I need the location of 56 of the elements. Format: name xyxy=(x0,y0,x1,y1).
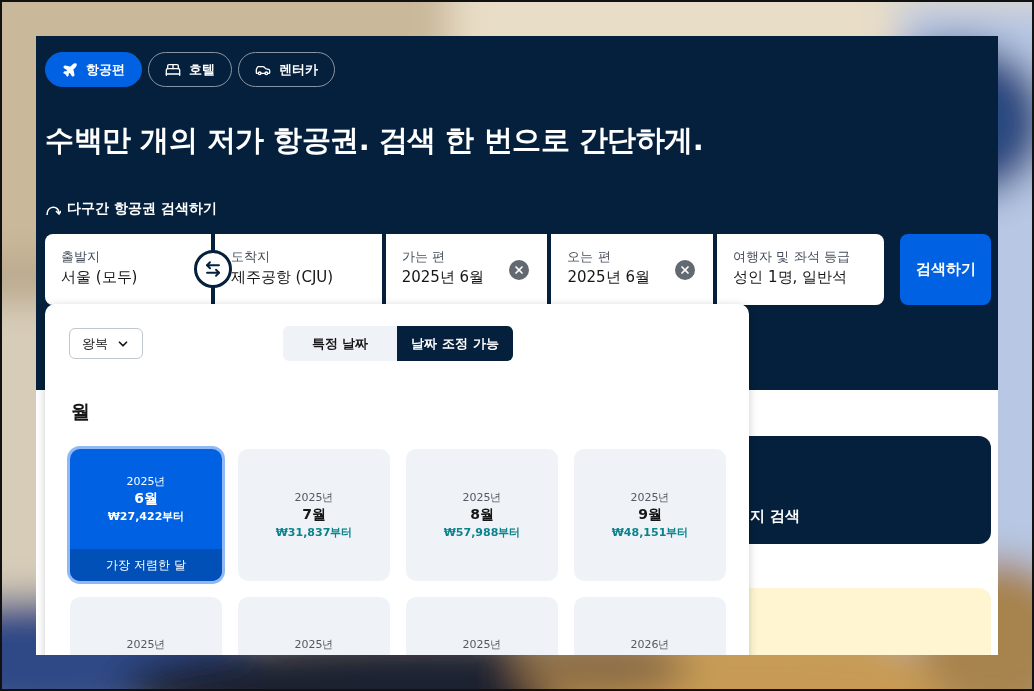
trip-type-select[interactable]: 왕복 xyxy=(69,328,143,359)
month-text: 6월 xyxy=(134,490,158,508)
field-value: 2025년 6월 xyxy=(567,268,650,287)
price-text: ₩27,422부터 xyxy=(107,509,185,524)
month-card[interactable]: 2025년 xyxy=(238,597,390,655)
swap-icon xyxy=(204,260,222,278)
month-card[interactable]: 2025년 xyxy=(406,597,558,655)
bed-icon xyxy=(165,61,181,78)
month-card[interactable]: 2025년 9월 ₩48,151부터 xyxy=(574,449,726,581)
field-value: 2025년 6월 xyxy=(401,268,485,287)
year-text: 2025년 xyxy=(630,490,670,505)
month-card[interactable]: 2025년 7월 ₩31,837부터 xyxy=(238,449,390,581)
month-text: 7월 xyxy=(302,506,326,524)
multi-city-link[interactable]: 다구간 항공권 검색하기 xyxy=(45,200,217,218)
close-icon xyxy=(679,264,692,276)
date-mode-tab[interactable]: 특정 날짜 xyxy=(283,326,397,361)
year-text: 2026년 xyxy=(630,637,670,652)
section-title: 월 xyxy=(71,399,91,424)
month-card[interactable]: 2025년 6월 ₩27,422부터 가장 저렴한 달 xyxy=(70,449,222,581)
plane-icon xyxy=(62,61,78,78)
clear-button[interactable] xyxy=(509,260,530,280)
field-label: 출발지 xyxy=(61,248,100,266)
month-card[interactable]: 2025년 xyxy=(70,597,222,655)
headline: 수백만 개의 저가 항공권. 검색 한 번으로 간단하게. xyxy=(45,122,705,159)
year-text: 2025년 xyxy=(462,637,502,652)
year-text: 2025년 xyxy=(294,490,334,505)
field-label: 가는 편 xyxy=(401,248,445,266)
year-text: 2025년 xyxy=(126,474,166,489)
field-label: 여행자 및 좌석 등급 xyxy=(733,248,850,266)
field-value: 제주공항 (CJU) xyxy=(230,268,334,287)
field-value: 성인 1명, 일반석 xyxy=(733,268,848,287)
year-text: 2025년 xyxy=(462,490,502,505)
search-field[interactable]: 도착지 제주공항 (CJU) xyxy=(214,234,382,305)
search-field[interactable]: 출발지 서울 (모두) xyxy=(45,234,211,305)
field-label: 오는 편 xyxy=(567,248,611,266)
price-text: ₩57,988부터 xyxy=(443,525,521,540)
year-text: 2025년 xyxy=(126,637,166,652)
clear-button[interactable] xyxy=(675,260,696,280)
month-card[interactable]: 2026년 xyxy=(574,597,726,655)
date-mode-tab[interactable]: 날짜 조정 가능 xyxy=(397,326,513,361)
price-text: ₩48,151부터 xyxy=(611,525,689,540)
month-text: 8월 xyxy=(470,506,494,524)
price-text: ₩31,837부터 xyxy=(275,525,353,540)
card-title: 지 검색 xyxy=(750,507,801,526)
field-label: 도착지 xyxy=(230,248,270,266)
search-button[interactable]: 검색하기 xyxy=(900,234,991,305)
search-field[interactable]: 가는 편 2025년 6월 xyxy=(385,234,548,305)
month-text: 9월 xyxy=(638,506,662,524)
year-text: 2025년 xyxy=(294,637,334,652)
field-value: 서울 (모두) xyxy=(61,268,138,287)
cheapest-badge: 가장 저렴한 달 xyxy=(70,549,222,581)
close-icon xyxy=(513,264,526,276)
search-field[interactable]: 오는 편 2025년 6월 xyxy=(551,234,714,305)
month-card[interactable]: 2025년 8월 ₩57,988부터 xyxy=(406,449,558,581)
category-tab[interactable]: 항공편 xyxy=(45,52,142,87)
search-field[interactable]: 여행자 및 좌석 등급 성인 1명, 일반석 xyxy=(717,234,885,305)
